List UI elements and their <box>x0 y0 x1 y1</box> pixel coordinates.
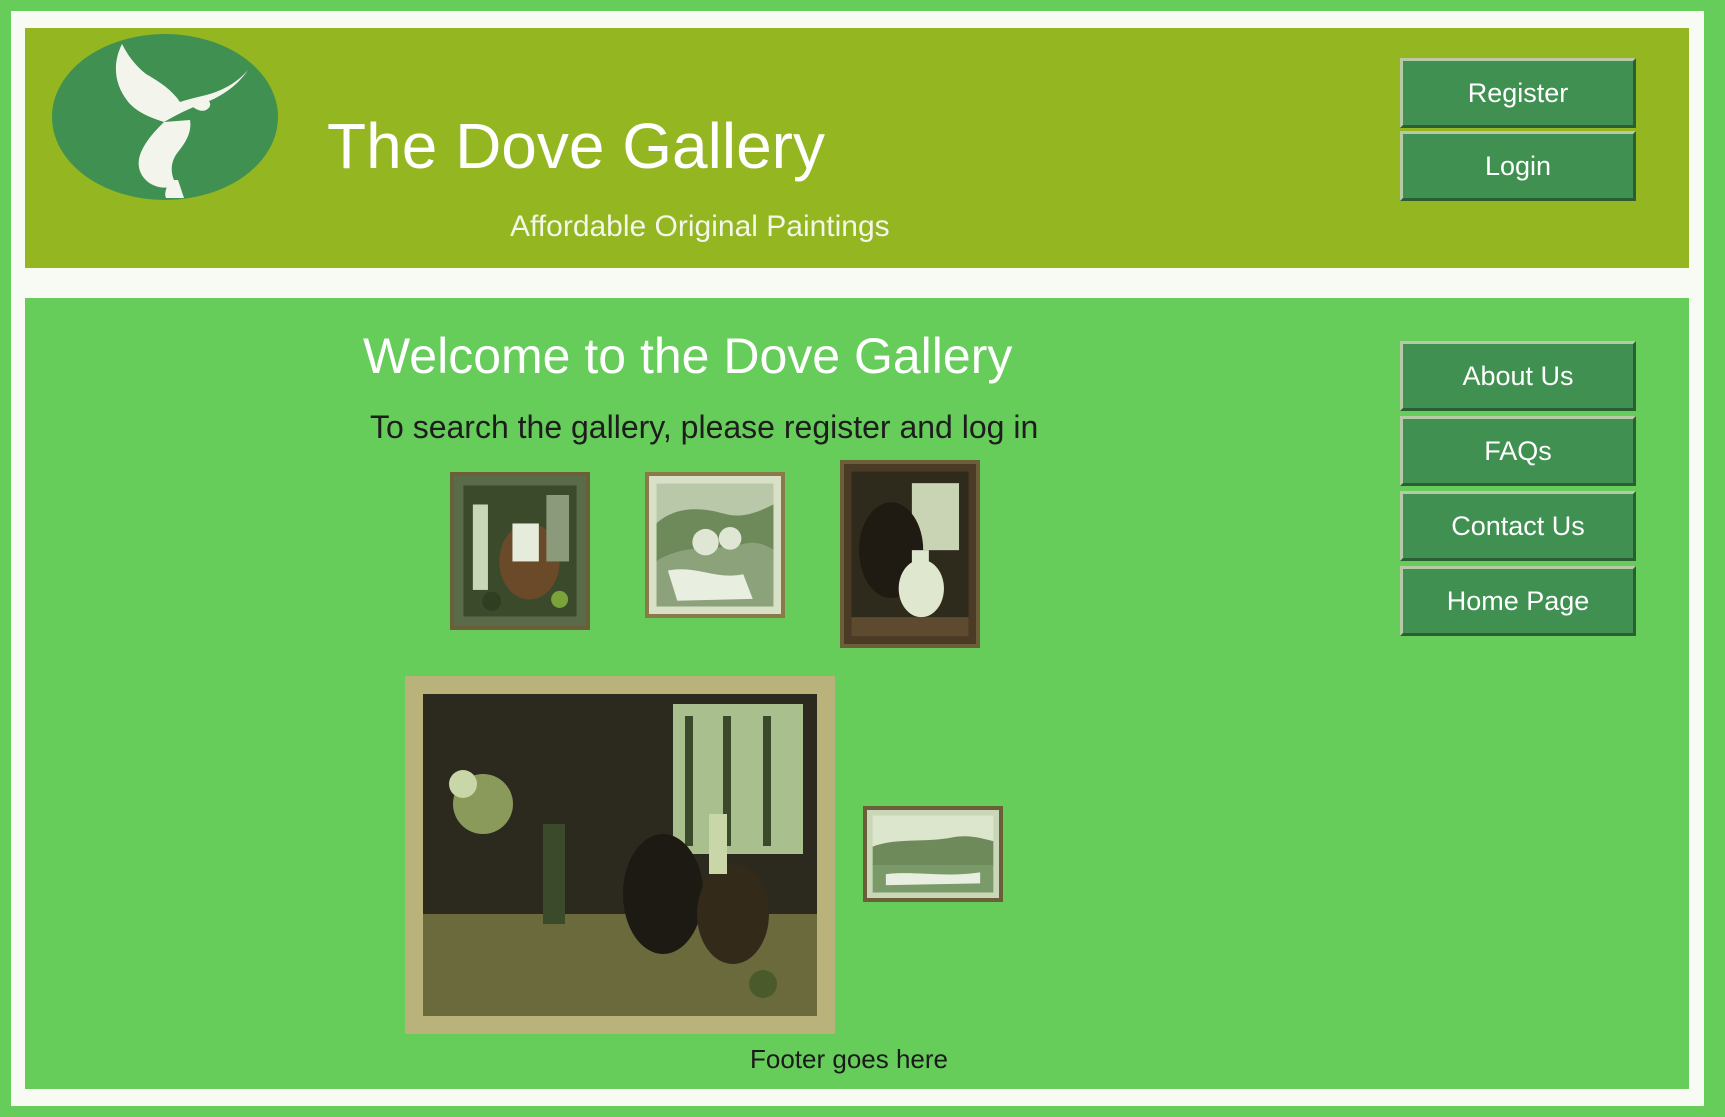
sidebar-item-home-page[interactable]: Home Page <box>1400 566 1636 636</box>
search-instruction: To search the gallery, please register a… <box>370 409 1039 445</box>
painting-still-life-jug <box>840 460 980 648</box>
footer-text: Footer goes here <box>750 1044 949 1074</box>
site-title: The Dove Gallery <box>327 110 825 182</box>
header-banner: The Dove Gallery Affordable Original Pai… <box>25 28 1689 268</box>
site-tagline: Affordable Original Paintings <box>510 210 890 243</box>
painting-landscape-hills <box>645 472 785 618</box>
register-button[interactable]: Register <box>1400 58 1636 128</box>
dove-logo-icon <box>52 34 278 200</box>
login-button[interactable]: Login <box>1400 131 1636 201</box>
welcome-heading: Welcome to the Dove Gallery <box>363 328 1013 384</box>
sidebar-item-contact-us[interactable]: Contact Us <box>1400 491 1636 561</box>
main-content: Welcome to the Dove Gallery To search th… <box>25 298 1689 1089</box>
painting-still-life-bottles <box>450 472 590 630</box>
painting-landscape-lake <box>863 806 1003 902</box>
sidebar-item-about-us[interactable]: About Us <box>1400 341 1636 411</box>
painting-framed-still-life <box>405 676 835 1034</box>
sidebar-item-faqs[interactable]: FAQs <box>1400 416 1636 486</box>
